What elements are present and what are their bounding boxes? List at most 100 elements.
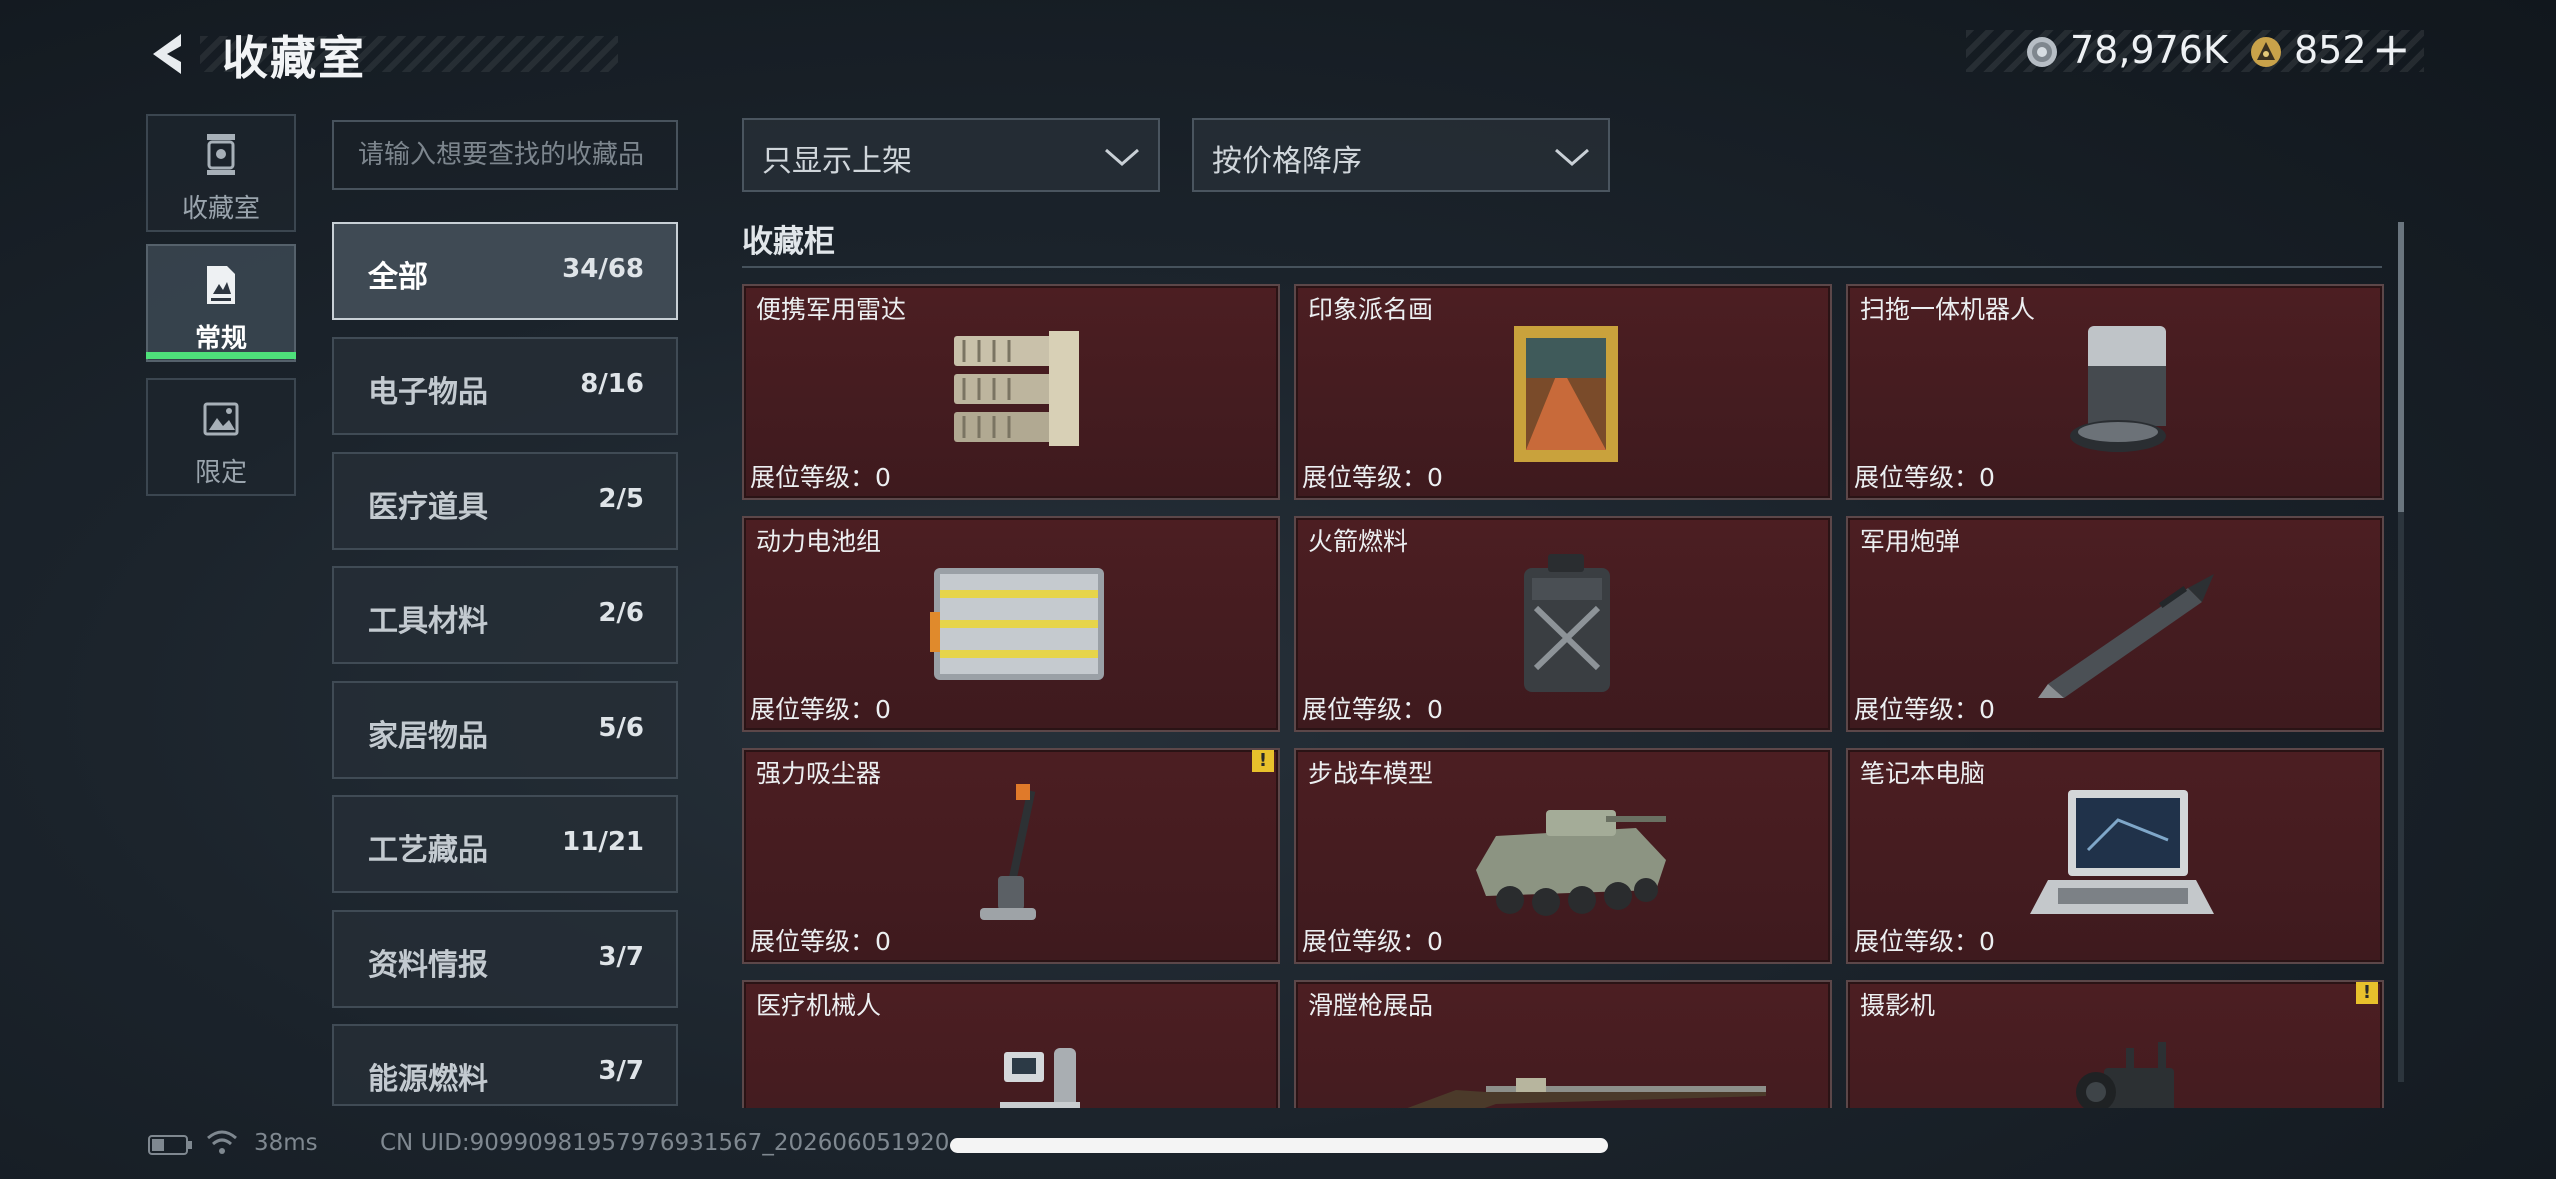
category-name: 工具材料 — [368, 604, 488, 639]
musket-icon — [1407, 1078, 1766, 1108]
category-name: 资料情报 — [368, 948, 488, 983]
booth-level: 展位等级：0 — [1302, 695, 1443, 724]
booth-level: 展位等级：0 — [1854, 463, 1995, 492]
item-name: 便携军用雷达 — [756, 295, 907, 324]
category-item-all[interactable]: 全部 34/68 — [332, 222, 678, 320]
item-card[interactable]: 印象派名画 展位等级：0 — [1294, 284, 1832, 500]
warning-icon: ! — [2356, 982, 2378, 1004]
item-card[interactable]: 扫拖一体机器人 展位等级：0 — [1846, 284, 2384, 500]
artillery-shell-icon — [2038, 574, 2214, 698]
document-icon — [207, 266, 235, 304]
chevron-down-icon — [1555, 148, 1589, 166]
booth-level: 展位等级：0 — [1854, 695, 1995, 724]
item-name: 印象派名画 — [1308, 295, 1434, 324]
nav-label: 限定 — [194, 458, 247, 488]
nav-item-regular[interactable]: 常规 — [146, 244, 296, 362]
grid-scrollbar[interactable] — [2398, 222, 2404, 1082]
currency-secondary-value: 852 — [2294, 28, 2367, 72]
robot-vacuum-icon — [2070, 326, 2166, 452]
category-item-household[interactable]: 家居物品 5/6 — [332, 681, 678, 779]
item-name: 军用炮弹 — [1860, 527, 1961, 556]
item-card[interactable]: 火箭燃料 展位等级：0 — [1294, 516, 1832, 732]
category-count: 3/7 — [598, 942, 644, 972]
item-card[interactable]: 笔记本电脑 展位等级：0 — [1846, 748, 2384, 964]
category-name: 全部 — [368, 260, 428, 295]
item-name: 火箭燃料 — [1308, 527, 1409, 556]
nav-item-collection-room[interactable]: 收藏室 — [146, 114, 296, 232]
trophy-icon — [207, 134, 235, 175]
item-card[interactable]: 滑膛枪展品 — [1294, 980, 1832, 1108]
item-card[interactable]: 便携军用雷达 展位等级：0 — [742, 284, 1280, 500]
category-item-crafts[interactable]: 工艺藏品 11/21 — [332, 795, 678, 893]
item-card[interactable]: 动力电池组 展位等级：0 — [742, 516, 1280, 732]
warning-icon: ! — [1252, 750, 1274, 772]
medical-robot-icon — [1000, 1048, 1080, 1108]
category-item-electronics[interactable]: 电子物品 8/16 — [332, 337, 678, 435]
category-count: 5/6 — [598, 713, 644, 743]
laptop-icon — [2030, 790, 2214, 914]
category-count: 34/68 — [562, 254, 644, 284]
sort-order-value: 按价格降序 — [1212, 144, 1362, 179]
category-count: 2/6 — [598, 598, 644, 628]
category-name: 电子物品 — [368, 375, 488, 410]
currency-primary-value: 78,976K — [2070, 28, 2228, 72]
category-name: 工艺藏品 — [368, 833, 488, 868]
item-card[interactable]: 步战车模型 展位等级：0 — [1294, 748, 1832, 964]
category-count: 2/5 — [598, 484, 644, 514]
camera-icon — [2076, 1042, 2174, 1108]
vacuum-cleaner-icon — [980, 784, 1036, 920]
silver-coin-icon — [2027, 37, 2057, 67]
chevron-down-icon — [1105, 148, 1139, 166]
category-name: 家居物品 — [368, 719, 488, 754]
category-count: 8/16 — [580, 369, 644, 399]
nav-active-indicator — [146, 352, 296, 359]
category-item-intel[interactable]: 资料情报 3/7 — [332, 910, 678, 1008]
item-name: 笔记本电脑 — [1860, 759, 1986, 788]
booth-level: 展位等级：0 — [750, 927, 891, 956]
item-name: 医疗机械人 — [756, 991, 882, 1020]
armored-vehicle-icon — [1476, 810, 1666, 916]
user-uid: CN UID:9099098195797693156​7_20260605192… — [380, 1130, 950, 1156]
category-count: 3/7 — [598, 1056, 644, 1086]
category-item-tools[interactable]: 工具材料 2/6 — [332, 566, 678, 664]
booth-level: 展位等级：0 — [750, 463, 891, 492]
add-currency-button[interactable]: + — [2372, 26, 2411, 72]
item-card[interactable]: 摄影机 ! — [1846, 980, 2384, 1108]
painting-icon — [1514, 326, 1618, 462]
sort-order-dropdown[interactable]: 按价格降序 — [1192, 118, 1610, 192]
item-card[interactable]: 军用炮弹 展位等级：0 — [1846, 516, 2384, 732]
category-name: 能源燃料 — [368, 1062, 488, 1097]
category-count: 11/21 — [562, 827, 644, 857]
fuel-can-icon — [1524, 554, 1610, 692]
booth-level: 展位等级：0 — [1302, 463, 1443, 492]
search-input[interactable] — [332, 120, 678, 190]
item-name: 强力吸尘器 — [756, 759, 882, 788]
radar-icon — [954, 331, 1079, 446]
gold-coin-icon — [2251, 37, 2281, 67]
booth-level: 展位等级：0 — [1302, 927, 1443, 956]
battery-pack-icon — [930, 568, 1104, 680]
booth-level: 展位等级：0 — [750, 695, 891, 724]
nav-item-limited[interactable]: 限定 — [146, 378, 296, 496]
page-title: 收藏室 — [222, 31, 366, 85]
scrollbar-thumb[interactable] — [2398, 222, 2404, 512]
category-item-energy[interactable]: 能源燃料 3/7 — [332, 1024, 678, 1106]
section-divider — [742, 266, 2382, 268]
booth-level: 展位等级：0 — [1854, 927, 1995, 956]
category-item-medical[interactable]: 医疗道具 2/5 — [332, 452, 678, 550]
ping-value: 38ms — [254, 1130, 318, 1156]
collection-grid: 便携军用雷达 展位等级：0 印象派名画 展位等级：0 扫拖一体机器人 展位等级：… — [740, 284, 2386, 1108]
home-indicator[interactable] — [950, 1138, 1608, 1153]
landscape-icon — [203, 402, 239, 436]
display-filter-value: 只显示上架 — [762, 144, 912, 179]
display-filter-dropdown[interactable]: 只显示上架 — [742, 118, 1160, 192]
wifi-icon — [207, 1130, 237, 1154]
item-name: 摄影机 — [1860, 991, 1936, 1020]
item-card[interactable]: 强力吸尘器 ! 展位等级：0 — [742, 748, 1280, 964]
nav-label: 常规 — [194, 324, 247, 354]
back-arrow-icon[interactable] — [145, 28, 193, 80]
item-card[interactable]: 医疗机械人 — [742, 980, 1280, 1108]
section-title: 收藏柜 — [742, 224, 835, 260]
nav-label: 收藏室 — [181, 194, 260, 224]
category-name: 医疗道具 — [368, 490, 488, 525]
